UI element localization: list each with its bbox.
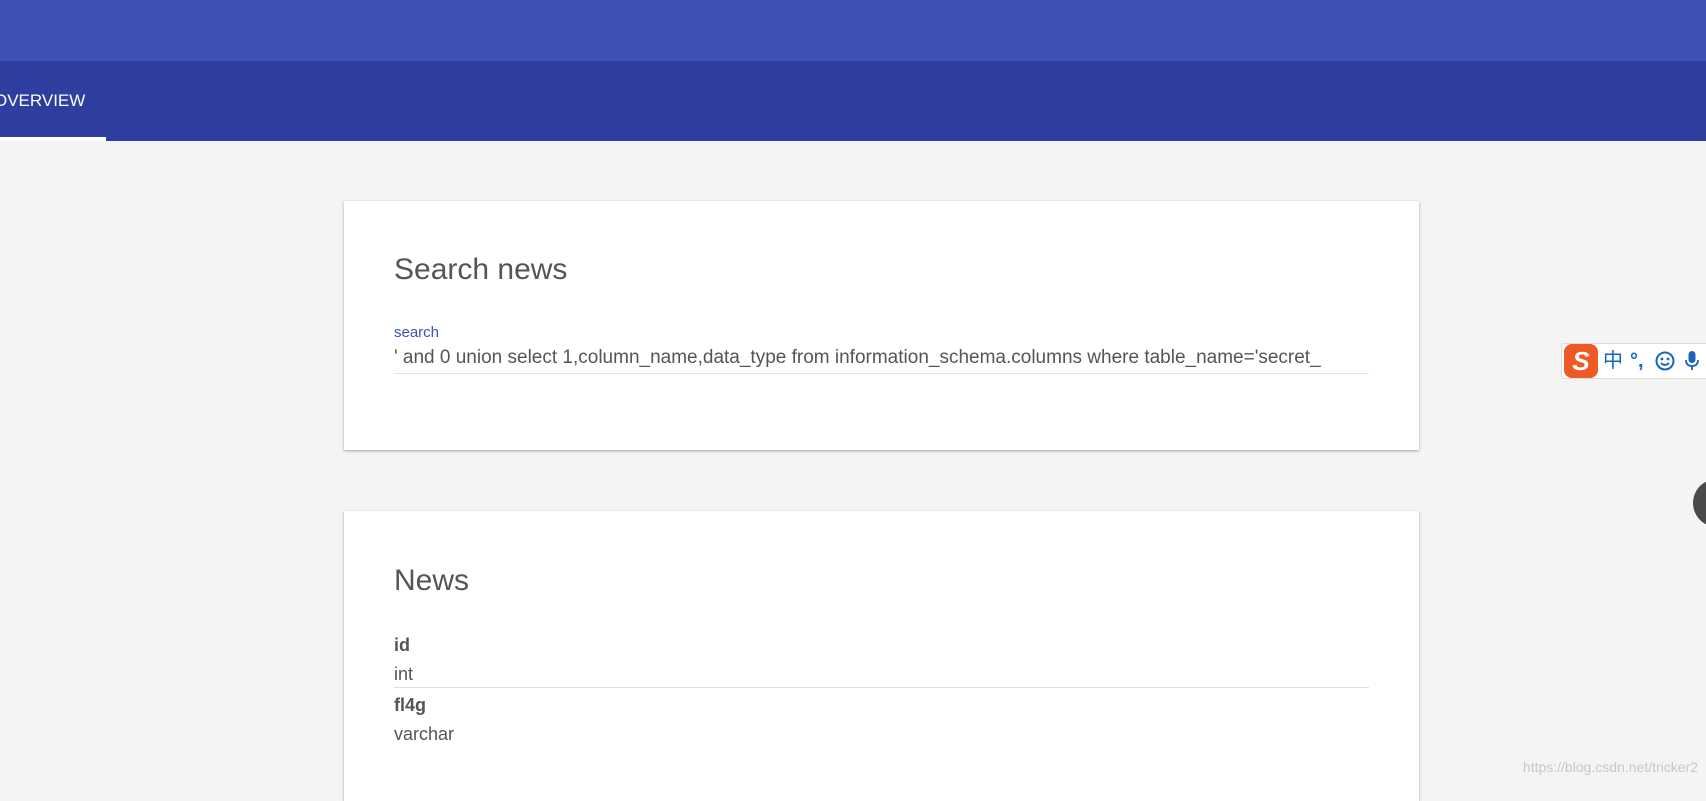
tab-overview[interactable]: OVERVIEW: [0, 61, 106, 141]
list-item: id int: [394, 628, 1369, 688]
emoji-icon[interactable]: [1655, 351, 1675, 371]
news-item-title: id: [394, 635, 410, 656]
news-card-title: News: [394, 564, 469, 598]
tab-active-indicator: [0, 137, 106, 141]
ime-mode-toggle[interactable]: 中: [1603, 350, 1623, 372]
app-bar: [0, 0, 1706, 61]
news-item-title: fl4g: [394, 695, 426, 716]
ime-toolbar: S 中 °,: [1561, 343, 1706, 379]
tab-bar: OVERVIEW: [0, 61, 1706, 141]
tab-overview-label: OVERVIEW: [0, 91, 85, 110]
search-field-label: search: [394, 324, 439, 341]
watermark: https://blog.csdn.net/tricker2: [1523, 759, 1698, 775]
search-card: Search news search: [344, 201, 1419, 450]
news-list: id int fl4g varchar: [394, 628, 1369, 747]
news-card: News id int fl4g varchar: [344, 511, 1419, 801]
search-card-title: Search news: [394, 253, 567, 287]
news-item-content: int: [394, 664, 413, 685]
ime-punctuation-toggle[interactable]: °,: [1630, 350, 1644, 372]
floating-action-button[interactable]: [1693, 479, 1706, 527]
list-item: fl4g varchar: [394, 688, 1369, 747]
microphone-icon[interactable]: [1684, 350, 1700, 372]
sogou-logo-icon[interactable]: S: [1564, 344, 1598, 378]
search-input[interactable]: [394, 343, 1369, 374]
news-item-content: varchar: [394, 724, 454, 745]
